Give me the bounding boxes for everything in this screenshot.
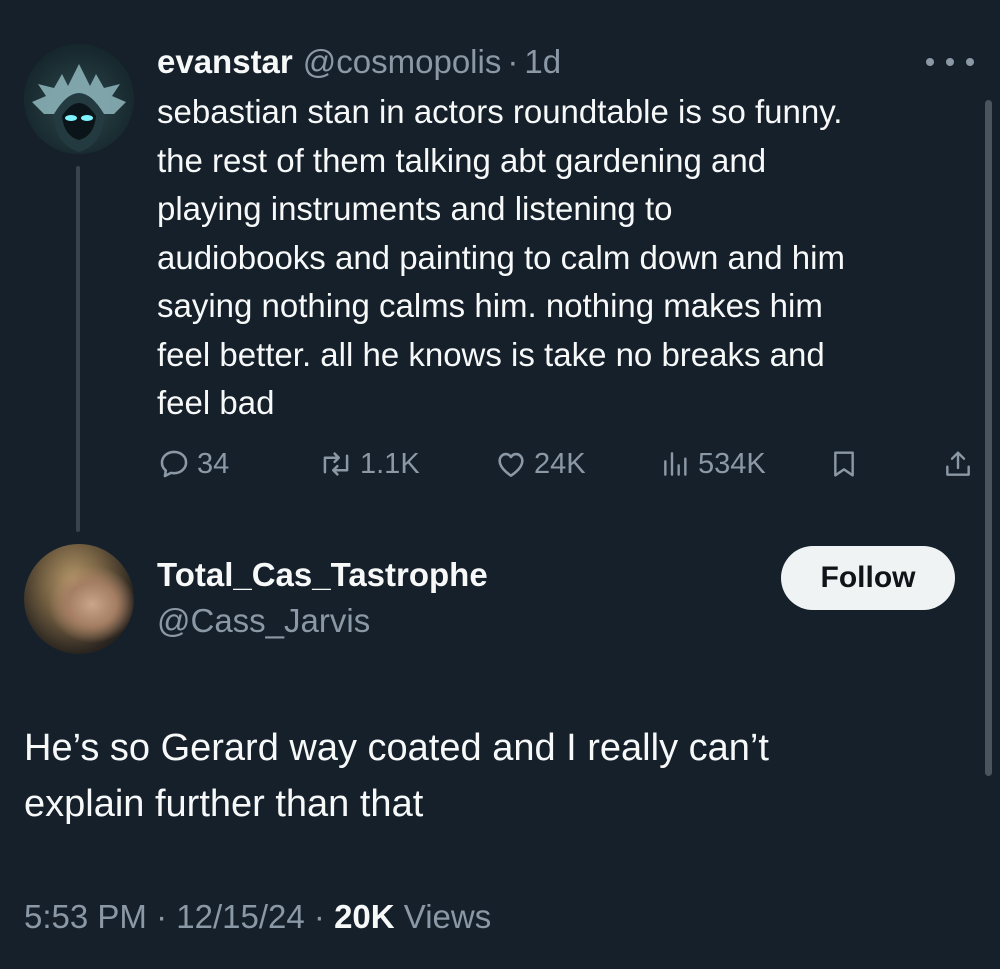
meta-separator: ·	[313, 898, 325, 935]
like-count: 24K	[534, 447, 586, 480]
repost-button[interactable]: 1.1K	[318, 444, 420, 484]
tweet-views-label: Views	[403, 898, 492, 935]
like-button[interactable]: 24K	[494, 444, 586, 484]
parent-avatar[interactable]	[24, 44, 134, 154]
reply-display-name[interactable]: Total_Cas_Tastrophe	[157, 556, 488, 594]
parent-handle[interactable]: @cosmopolis	[303, 43, 502, 81]
share-button[interactable]	[942, 444, 974, 484]
reply-avatar[interactable]	[24, 544, 134, 654]
hooded-figure-avatar-art	[32, 64, 126, 152]
repost-count: 1.1K	[360, 447, 420, 480]
share-icon	[946, 451, 970, 476]
follow-button[interactable]: Follow	[781, 546, 955, 610]
bookmark-button[interactable]	[828, 444, 860, 484]
tweet-view-count: 20K	[334, 898, 395, 935]
meta-separator: ·	[156, 898, 168, 935]
views-icon	[664, 452, 687, 476]
parent-tweet-text: sebastian stan in actors roundtable is s…	[157, 93, 845, 421]
scrollbar[interactable]	[985, 100, 992, 776]
meta-separator: ·	[507, 43, 519, 80]
reply-button[interactable]: 34	[157, 444, 229, 484]
reply-count: 34	[197, 447, 230, 480]
bookmark-icon	[834, 451, 854, 477]
tweet-metadata: 5:53 PM · 12/15/24 · 20K Views	[24, 898, 491, 936]
parent-tweet-header: evanstar @cosmopolis · 1d	[157, 40, 561, 84]
parent-timestamp[interactable]: 1d	[524, 43, 561, 81]
like-icon	[498, 452, 524, 477]
reply-tweet-text: He’s so Gerard way coated and I really c…	[24, 727, 769, 825]
reply-handle[interactable]: @Cass_Jarvis	[157, 602, 370, 640]
tweet-date[interactable]: 12/15/24	[176, 898, 304, 935]
tweet-time[interactable]: 5:53 PM	[24, 898, 147, 935]
more-options-icon[interactable]	[926, 48, 974, 76]
views-count: 534K	[698, 447, 766, 480]
repost-icon	[323, 452, 349, 476]
reply-icon	[160, 450, 188, 478]
views-button[interactable]: 534K	[660, 444, 766, 484]
parent-display-name[interactable]: evanstar	[157, 43, 293, 81]
thread-connector-line	[76, 166, 80, 532]
